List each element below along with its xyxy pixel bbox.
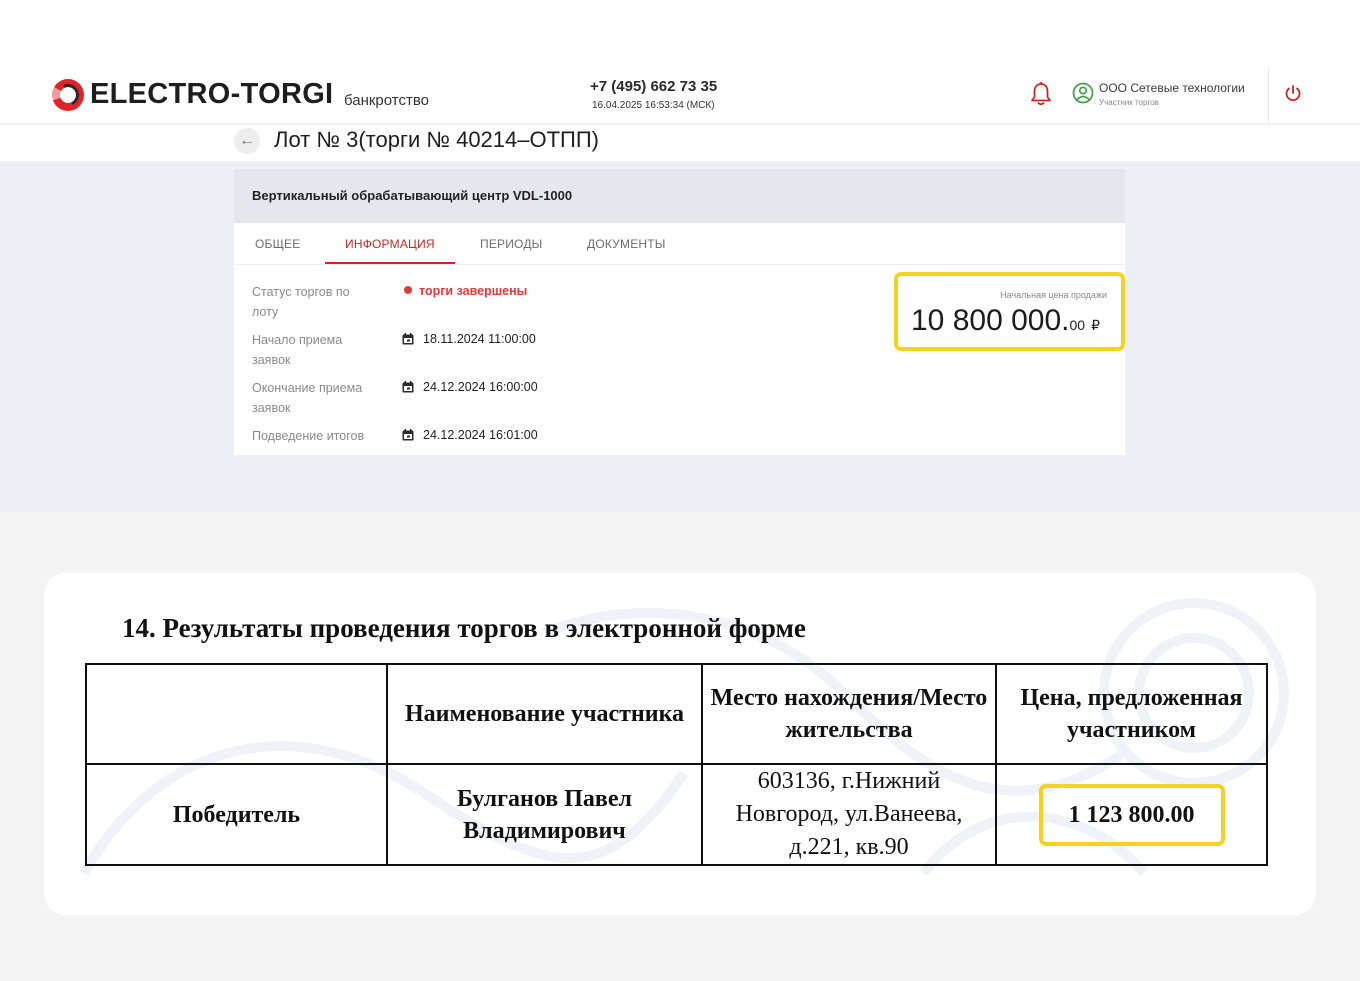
starting-price-value: 10 800 000.00 ₽ xyxy=(911,304,1100,338)
ruble-icon: ₽ xyxy=(1091,317,1100,333)
user-role: Участник торгов xyxy=(1099,98,1159,107)
bell-icon[interactable] xyxy=(1030,81,1052,107)
tab-information[interactable]: ИНФОРМАЦИЯ xyxy=(345,237,435,251)
table-header-row: Наименование участника Место нахождения/… xyxy=(85,663,1268,765)
start-date-value: 18.11.2024 11:00:00 xyxy=(423,332,536,346)
status-text: торги завершены xyxy=(419,284,528,298)
logo-subtitle: банкротство xyxy=(344,92,430,109)
offered-price: 1 123 800.00 xyxy=(1038,783,1225,846)
end-date-value: 24.12.2024 16:00:00 xyxy=(423,380,538,394)
support-phone[interactable]: +7 (495) 662 73 35 xyxy=(590,78,717,95)
tab-general[interactable]: ОБЩЕЕ xyxy=(255,237,300,251)
lot-title: Лот № 3(торги № 40214–ОТПП) xyxy=(274,127,600,152)
table-cell: Победитель xyxy=(85,763,388,866)
tab-documents[interactable]: ДОКУМЕНТЫ xyxy=(587,237,666,251)
logo-ring-icon xyxy=(52,79,84,111)
start-date: 18.11.2024 11:00:00 xyxy=(402,332,536,346)
results-document: 14. Результаты проведения торгов в элект… xyxy=(44,573,1316,915)
lot-item-name: Вертикальный обрабатывающий центр VDL-10… xyxy=(252,188,573,203)
start-label: Начало приема заявок xyxy=(252,333,343,367)
price-cents: 00 xyxy=(1069,317,1086,333)
back-button[interactable]: ← xyxy=(234,128,260,154)
power-icon[interactable] xyxy=(1283,83,1303,103)
calendar-icon xyxy=(402,333,414,345)
header-divider xyxy=(1268,68,1269,123)
table-cell: 1 123 800.00 xyxy=(995,763,1268,866)
calendar-icon xyxy=(402,429,414,441)
price-main: 10 800 000. xyxy=(911,304,1070,337)
arrow-left-icon: ← xyxy=(239,132,255,149)
calendar-icon xyxy=(402,381,414,393)
starting-price-box: Начальная цена продажи 10 800 000.00 ₽ xyxy=(894,272,1125,351)
server-datetime: 16.04.2025 16:53:34 (МСК) xyxy=(592,100,715,111)
tab-periods[interactable]: ПЕРИОДЫ xyxy=(480,237,542,251)
results-date-value: 24.12.2024 16:01:00 xyxy=(423,428,538,442)
results-date: 24.12.2024 16:01:00 xyxy=(402,428,538,442)
table-cell: 603136, г.Нижний Новгород, ул.Ванеева, д… xyxy=(701,763,997,866)
participant-name: Булганов Павел Владимирович xyxy=(457,785,632,844)
user-company-name[interactable]: ООО Сетевые технологии xyxy=(1099,81,1245,95)
results-label: Подведение итогов xyxy=(252,429,365,443)
starting-price-label: Начальная цена продажи xyxy=(1000,290,1107,300)
status-dot-icon xyxy=(404,286,412,294)
table-header-cell: Наименование участника xyxy=(386,663,703,765)
site-logo[interactable]: ELECTRO-TORGI банкротство xyxy=(52,77,472,113)
end-date: 24.12.2024 16:00:00 xyxy=(402,380,538,394)
logo-text: ELECTRO-TORGI xyxy=(90,78,334,110)
status-label: Статус торгов по лоту xyxy=(252,285,350,319)
table-cell: Булганов Павел Владимирович xyxy=(386,763,703,866)
results-table: Наименование участника Место нахождения/… xyxy=(85,663,1268,866)
end-label: Окончание приема заявок xyxy=(252,381,363,415)
table-header-cell: Цена, предложенная участником xyxy=(995,663,1268,765)
table-header-cell: Место нахождения/Место жительства xyxy=(701,663,997,765)
table-header-cell xyxy=(85,663,388,765)
table-row: Победитель Булганов Павел Владимирович 6… xyxy=(85,763,1268,866)
lot-card-header: Вертикальный обрабатывающий центр VDL-10… xyxy=(234,169,1125,223)
site-header: ELECTRO-TORGI банкротство +7 (495) 662 7… xyxy=(0,62,1360,123)
active-tab-indicator xyxy=(325,262,455,264)
document-title: 14. Результаты проведения торгов в элект… xyxy=(122,613,806,643)
participant-address: 603136, г.Нижний Новгород, ул.Ванеева, д… xyxy=(735,768,963,860)
winner-label: Победитель xyxy=(172,801,301,828)
status-value: торги завершены xyxy=(404,284,527,298)
user-circle-icon[interactable] xyxy=(1072,82,1094,104)
lot-tabs: ОБЩЕЕ ИНФОРМАЦИЯ ПЕРИОДЫ ДОКУМЕНТЫ xyxy=(234,223,1125,265)
